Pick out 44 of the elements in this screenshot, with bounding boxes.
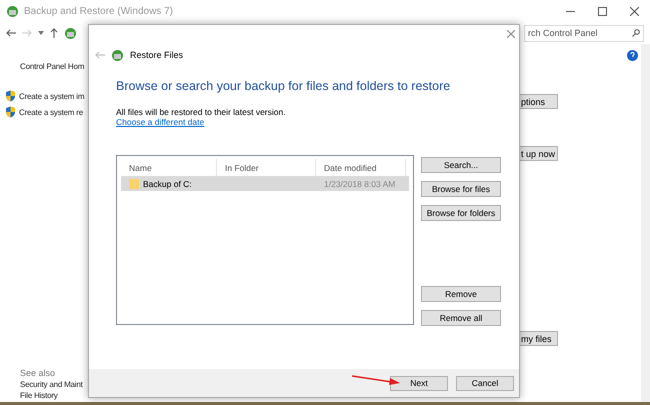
action-button[interactable]: Search... xyxy=(421,157,501,173)
close-icon[interactable] xyxy=(507,30,515,38)
sidebar-link[interactable]: Create a system re xyxy=(19,108,83,116)
search-field[interactable]: rch Control Panel xyxy=(524,24,644,42)
file-list[interactable]: Name In Folder Date modified Backup of C: 1/23/2018 8:03 AM xyxy=(116,155,414,325)
backup-icon xyxy=(6,4,19,18)
backup-icon xyxy=(64,26,77,40)
file-row[interactable]: Backup of C: 1/23/2018 8:03 AM xyxy=(121,176,409,191)
shield-icon xyxy=(5,106,16,118)
action-button[interactable]: Browse for folders xyxy=(421,205,501,221)
dropdown-icon[interactable] xyxy=(38,31,44,35)
cancel-button[interactable]: Cancel xyxy=(456,376,514,390)
folder-icon xyxy=(129,178,139,189)
maximize-icon xyxy=(598,6,606,16)
sidebar-link[interactable]: Control Panel Hom xyxy=(20,62,84,70)
scrollbar[interactable] xyxy=(641,44,650,402)
back-icon[interactable] xyxy=(6,29,16,37)
see-also-link[interactable]: File History xyxy=(20,391,88,400)
minimize-icon xyxy=(566,10,574,12)
settings-button[interactable]: my files xyxy=(520,331,558,346)
search-icon xyxy=(632,29,640,37)
sidebar-link[interactable]: Create a system im xyxy=(19,92,84,100)
settings-button[interactable]: t up now xyxy=(520,146,558,161)
date-cell-text: 1/23/2018 8:03 AM xyxy=(323,178,396,188)
date-link[interactable]: Choose a different date xyxy=(116,117,204,127)
dialog-title: Restore Files xyxy=(130,50,184,60)
close-icon xyxy=(630,6,638,16)
action-button[interactable]: Browse for files xyxy=(421,181,501,197)
backup-icon xyxy=(111,48,124,62)
shield-icon xyxy=(5,90,16,102)
search-placeholder: rch Control Panel xyxy=(528,28,598,38)
annotation-arrow xyxy=(352,374,400,386)
name-cell: Backup of C: xyxy=(121,178,217,189)
up-icon[interactable] xyxy=(50,28,58,38)
settings-button[interactable]: ptions xyxy=(520,94,558,109)
note-text: All files will be restored to their latest version. xyxy=(116,107,287,117)
help-icon[interactable] xyxy=(627,48,638,59)
next-button[interactable]: Next xyxy=(390,376,448,390)
action-button[interactable]: Remove all xyxy=(421,310,501,326)
see-also-heading: See also xyxy=(20,368,56,378)
dialog-heading: Browse or search your backup for files and folders to restore xyxy=(116,79,452,93)
window-title: Backup and Restore (Windows 7) xyxy=(24,6,173,16)
action-button[interactable]: Remove xyxy=(421,286,501,302)
see-also-link[interactable]: Security and Maint xyxy=(20,380,88,389)
